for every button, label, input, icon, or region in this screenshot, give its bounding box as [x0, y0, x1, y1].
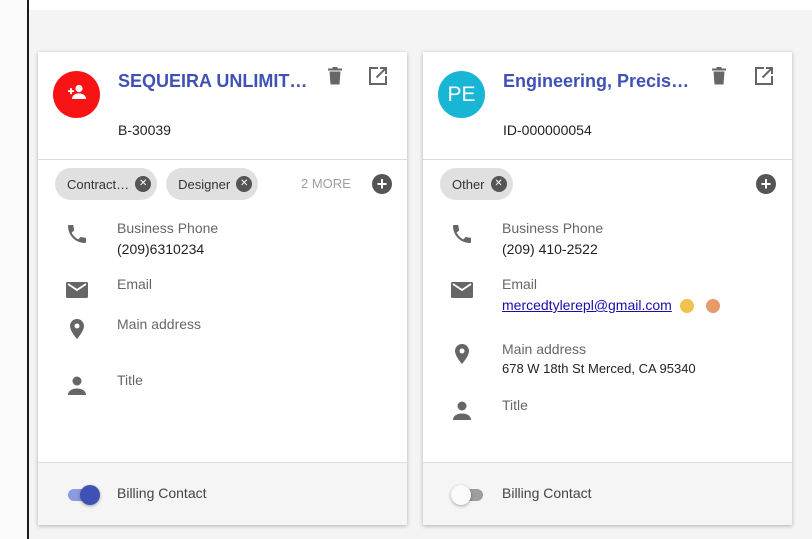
trash-icon [328, 67, 342, 85]
open-external-button[interactable] [366, 64, 390, 88]
tag-list: Other ✕ [440, 168, 513, 200]
phone-label: Business Phone [502, 220, 604, 236]
location-pin-icon [65, 317, 89, 341]
billing-contact-toggle[interactable] [66, 485, 100, 505]
add-tag-icon[interactable]: + [372, 174, 392, 194]
billing-contact-toggle[interactable] [451, 485, 485, 505]
card-footer: Billing Contact [423, 462, 792, 525]
email-row: mercedtylerepl@gmail.com [502, 297, 720, 314]
add-person-icon [67, 84, 87, 105]
tag-label: Contract… [67, 176, 130, 192]
avatar [53, 71, 100, 118]
header-divider [38, 159, 407, 160]
address-label: Main address [502, 341, 587, 357]
phone-value: (209) 410-2522 [502, 241, 598, 257]
title-label: Title [502, 397, 528, 413]
open-in-new-icon [755, 67, 773, 85]
card-footer: Billing Contact [38, 462, 407, 525]
tag-list: Contract… ✕ Designer ✕ [55, 168, 259, 200]
email-icon [65, 278, 89, 302]
tag-chip[interactable]: Other ✕ [440, 168, 513, 200]
avatar: PE [438, 71, 485, 118]
tag-chip[interactable]: Contract… ✕ [55, 168, 158, 200]
add-tag-icon[interactable]: + [756, 174, 776, 194]
open-in-new-icon [369, 67, 387, 85]
left-panel [0, 0, 28, 539]
location-pin-icon [450, 342, 474, 366]
phone-label: Business Phone [117, 220, 219, 236]
toggle-knob [451, 485, 471, 505]
trash-icon [712, 67, 726, 85]
tag-label: Designer [178, 176, 231, 192]
header-divider [423, 159, 792, 160]
tag-chip[interactable]: Designer ✕ [166, 168, 259, 200]
card-id: ID-000000054 [503, 122, 592, 138]
avatar-initials: PE [447, 82, 476, 106]
card-id: B-30039 [118, 122, 171, 138]
title-label: Title [117, 372, 143, 388]
person-icon [450, 399, 474, 423]
tag-label: Other [452, 176, 485, 192]
more-tags-link[interactable]: 2 MORE [301, 176, 351, 191]
delete-button[interactable] [707, 64, 731, 88]
billing-contact-label: Billing Contact [117, 485, 207, 501]
email-link[interactable]: mercedtylerepl@gmail.com [502, 297, 672, 313]
phone-icon [450, 222, 474, 246]
card-title[interactable]: Engineering, Precision [503, 71, 693, 92]
email-label: Email [117, 276, 153, 292]
address-label: Main address [117, 316, 202, 332]
card-title[interactable]: SEQUEIRA UNLIMITED [118, 71, 308, 92]
delete-button[interactable] [323, 64, 347, 88]
star-badge-icon[interactable] [705, 299, 720, 314]
open-external-button[interactable] [752, 64, 776, 88]
remove-tag-icon[interactable]: ✕ [490, 176, 507, 192]
email-label: Email [502, 276, 538, 292]
phone-icon [65, 222, 89, 246]
remove-tag-icon[interactable]: ✕ [135, 176, 152, 192]
toggle-knob [80, 485, 100, 505]
billing-contact-label: Billing Contact [502, 485, 592, 501]
address-value: 678 W 18th St Merced, CA 95340 [502, 361, 696, 376]
contact-badge-icon[interactable] [679, 299, 694, 314]
contact-card: PE Engineering, Precision ID-000000054 O… [423, 52, 792, 525]
person-icon [65, 374, 89, 398]
email-icon [450, 278, 474, 302]
contact-card: SEQUEIRA UNLIMITED B-30039 Contract… ✕ D… [38, 52, 407, 525]
remove-tag-icon[interactable]: ✕ [236, 176, 253, 192]
phone-value: (209)6310234 [117, 241, 205, 257]
